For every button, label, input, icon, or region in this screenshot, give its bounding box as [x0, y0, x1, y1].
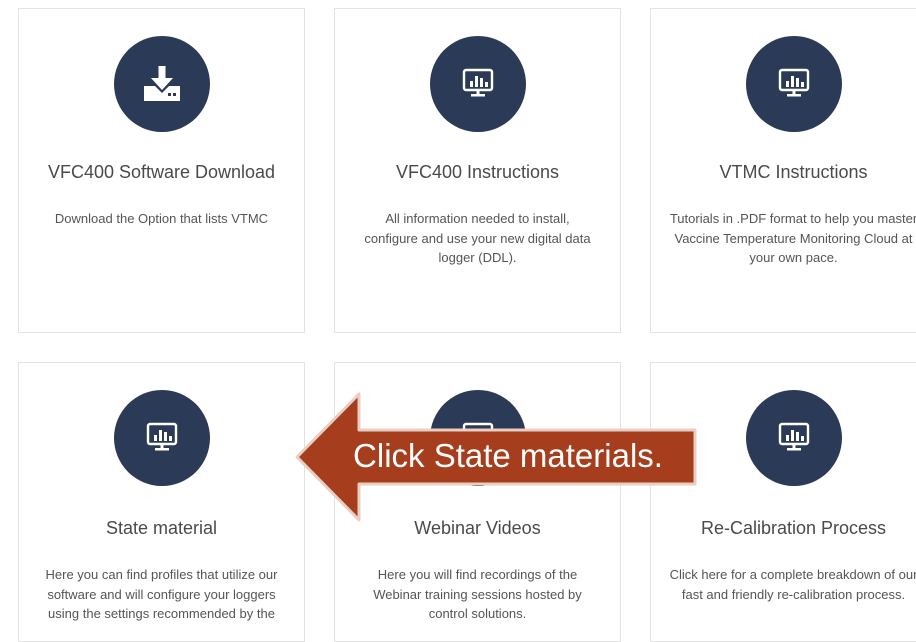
monitor-chart-icon [745, 36, 842, 132]
card-description: Tutorials in .PDF format to help you mas… [669, 211, 916, 265]
card-vfc400-instructions[interactable]: VFC400 Instructions All information need… [334, 8, 621, 333]
card-title[interactable]: VTMC Instructions [651, 162, 916, 183]
card-title[interactable]: VFC400 Instructions [335, 162, 620, 183]
card-description: Download the Option that lists VTMC [54, 211, 269, 226]
monitor-chart-icon [429, 36, 526, 132]
card-description: Here you will find recordings of the Web… [373, 567, 582, 621]
card-state-material[interactable]: State material Here you can find profile… [18, 362, 305, 642]
monitor-chart-icon [113, 390, 210, 486]
card-vtmc-instructions[interactable]: VTMC Instructions Tutorials in .PDF form… [650, 8, 916, 333]
callout-text: Click State materials. [353, 437, 663, 474]
card-description: Here you can find profiles that utilize … [45, 567, 278, 621]
card-description: Click here for a complete breakdown of o… [669, 567, 916, 602]
card-title[interactable]: VFC400 Software Download [19, 162, 304, 183]
monitor-chart-icon [745, 390, 842, 486]
card-title[interactable]: State material [19, 518, 304, 539]
card-software-download[interactable]: VFC400 Software Download Download the Op… [18, 8, 305, 333]
download-icon [113, 36, 210, 132]
card-description: All information needed to install, confi… [364, 211, 591, 265]
